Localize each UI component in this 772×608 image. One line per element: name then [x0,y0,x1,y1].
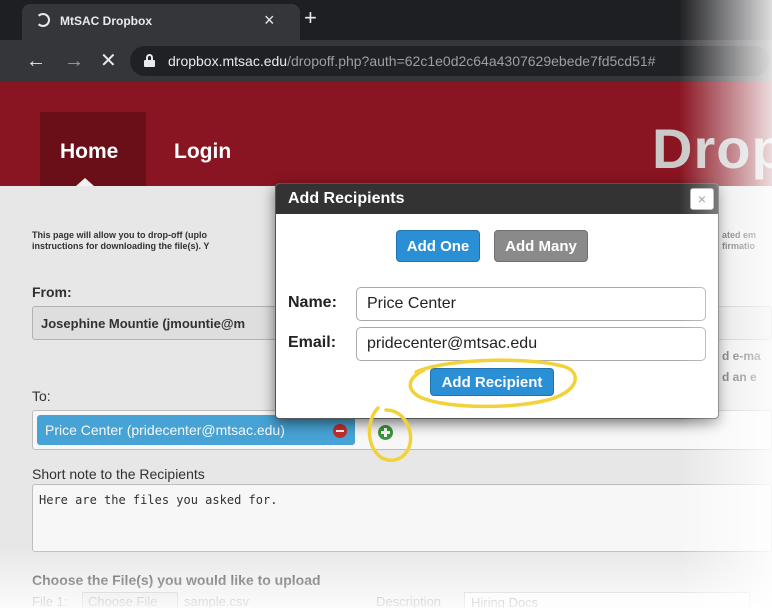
active-tab-pointer [76,178,94,186]
tab-close-icon[interactable]: × [264,10,275,30]
nav-home-link[interactable]: Home [60,140,118,164]
name-label: Name: [288,294,337,311]
site-brand: Drop [652,117,772,180]
url-text: dropbox.mtsac.edu/dropoff.php?auth=62c1e… [168,53,656,69]
address-bar[interactable]: dropbox.mtsac.edu/dropoff.php?auth=62c1e… [130,46,770,76]
loading-icon [36,13,50,27]
stop-loading-icon[interactable]: ✕ [100,50,117,72]
add-recipients-dialog: Add Recipients × Add One Add Many Name: … [275,183,719,419]
browser-tab[interactable]: MtSAC Dropbox × [22,4,300,40]
nav-login-link[interactable]: Login [174,140,231,164]
lock-icon [144,54,155,67]
back-arrow-icon[interactable]: ← [26,50,46,72]
add-one-button[interactable]: Add One [396,230,480,262]
screenshot-frame: MtSAC Dropbox × + ← → ✕ dropbox.mtsac.ed… [0,0,772,608]
forward-arrow-icon[interactable]: → [64,50,84,72]
add-many-button[interactable]: Add Many [494,230,588,262]
email-label: Email: [288,334,337,351]
name-input[interactable] [357,288,705,320]
dialog-titlebar: Add Recipients × [276,184,718,214]
site-header: Home Login Drop [0,82,772,186]
tab-title: MtSAC Dropbox [60,14,152,28]
close-icon[interactable]: × [690,188,714,210]
email-field[interactable] [356,327,706,361]
add-recipient-button[interactable]: Add Recipient [430,368,554,396]
dialog-title: Add Recipients [288,190,405,207]
browser-tabstrip: MtSAC Dropbox × + [0,0,772,40]
name-field[interactable] [356,287,706,321]
email-input[interactable] [357,328,705,360]
browser-toolbar: ← → ✕ dropbox.mtsac.edu/dropoff.php?auth… [0,40,772,82]
new-tab-icon[interactable]: + [304,6,317,30]
